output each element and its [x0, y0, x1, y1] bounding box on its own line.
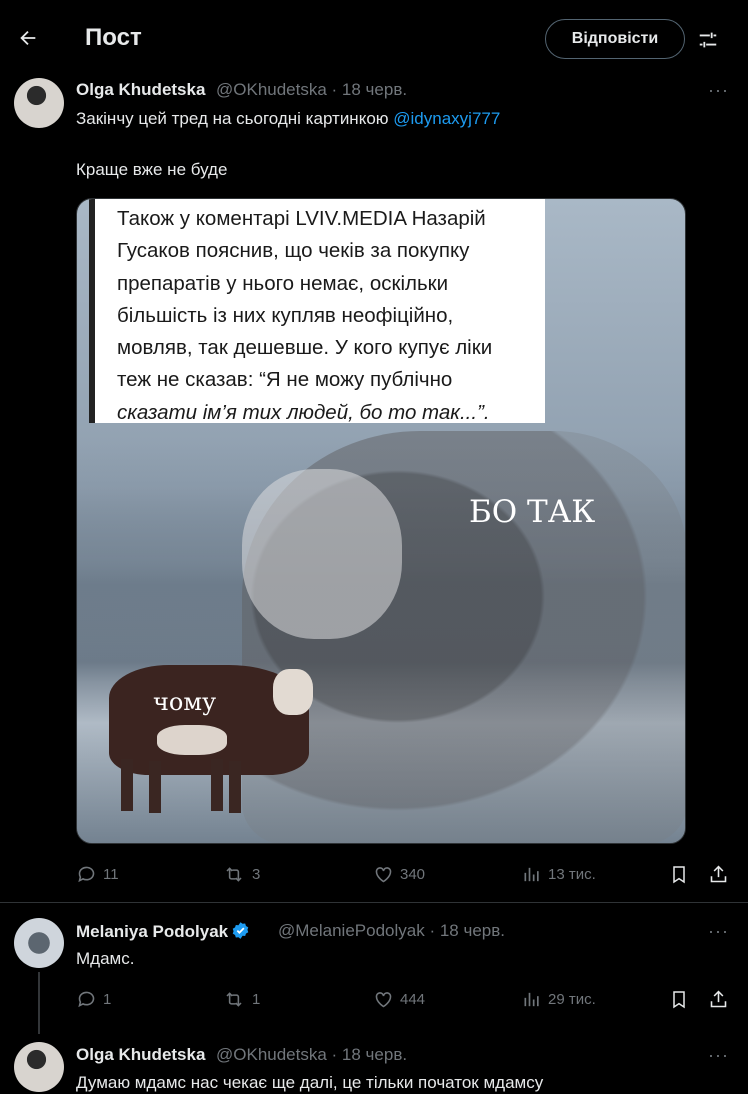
cow-leg	[149, 761, 161, 813]
views-count: 13 тис.	[548, 866, 596, 883]
post-text: Мдамс.	[76, 949, 135, 968]
reply-button[interactable]: Відповісти	[545, 19, 685, 59]
cow-leg	[229, 761, 241, 813]
like-count: 444	[400, 991, 426, 1008]
reply-action[interactable]: 11	[76, 864, 119, 885]
author-handle[interactable]: @OKhudetska · 18 черв.	[216, 80, 407, 100]
share-icon[interactable]	[708, 864, 729, 885]
quote-line: сказати ім’я тих людей, бо то так...”.	[117, 400, 490, 424]
repost-icon	[226, 992, 242, 1007]
author-handle[interactable]: @MelaniePodolyak · 18 черв.	[278, 921, 505, 941]
author-name[interactable]: Olga Khudetska	[76, 1045, 205, 1065]
avatar[interactable]	[14, 1042, 64, 1092]
meme-caption-big: БО ТАК	[469, 494, 596, 530]
big-cow-face-shape	[242, 469, 402, 639]
views-action[interactable]: 13 тис.	[522, 864, 596, 885]
more-icon[interactable]: ···	[708, 80, 729, 101]
like-count: 340	[400, 866, 426, 883]
quote-block: Також у коментарі LVIV.MEDIA Назарій Гус…	[89, 199, 545, 424]
cow-leg	[121, 759, 133, 811]
author-handle[interactable]: @OKhudetska · 18 черв.	[216, 1045, 407, 1065]
more-icon[interactable]: ···	[708, 921, 729, 942]
post-text: Закінчу цей тред на сьогодні картинкою @…	[76, 109, 500, 129]
mention-link[interactable]: @idynaxyj777	[393, 109, 500, 128]
page-title: Пост	[85, 24, 142, 51]
meme-caption-small: чому	[153, 688, 217, 716]
reply-icon	[78, 991, 95, 1008]
like-action[interactable]: 444	[373, 989, 425, 1010]
author-name[interactable]: Melaniya Podolyak	[76, 921, 250, 942]
quote-line: мовляв, так дешевше. У кого купує ліки	[117, 336, 493, 360]
small-cow-head-shape	[273, 669, 313, 715]
avatar[interactable]	[14, 918, 64, 968]
quote-line: більшість із них купляв неофіційно,	[117, 303, 454, 327]
filter-icon[interactable]	[692, 24, 724, 56]
post-text-line-2: Краще вже не буде	[76, 160, 228, 179]
post-divider	[0, 902, 748, 903]
bookmark-icon[interactable]	[669, 989, 689, 1010]
like-action[interactable]: 340	[373, 864, 425, 885]
author-name[interactable]: Olga Khudetska	[76, 80, 205, 100]
small-cow-belly-shape	[157, 725, 227, 755]
like-icon	[375, 992, 392, 1008]
repost-action[interactable]: 1	[222, 989, 260, 1010]
more-icon[interactable]: ···	[708, 1045, 729, 1066]
repost-icon	[226, 867, 242, 882]
post-text: Думаю мдамс нас чекає ще далі, це тільки…	[76, 1073, 544, 1092]
repost-count: 1	[252, 991, 261, 1008]
bookmark-icon[interactable]	[669, 864, 689, 885]
post-text-prefix: Закінчу цей тред на сьогодні картинкою	[76, 109, 394, 128]
views-icon	[524, 867, 539, 882]
like-icon	[375, 867, 392, 883]
avatar[interactable]	[14, 78, 64, 128]
post-image[interactable]: Також у коментарі LVIV.MEDIA Назарій Гус…	[76, 198, 686, 844]
verified-icon	[232, 922, 249, 939]
repost-action[interactable]: 3	[222, 864, 260, 885]
reply-icon	[78, 866, 95, 883]
back-arrow-icon[interactable]	[12, 22, 44, 54]
views-action[interactable]: 29 тис.	[522, 989, 596, 1010]
reply-action[interactable]: 1	[76, 989, 111, 1010]
views-icon	[524, 992, 539, 1007]
reply-count: 1	[103, 991, 112, 1008]
share-icon[interactable]	[708, 989, 729, 1010]
reply-count: 11	[103, 866, 119, 883]
repost-count: 3	[252, 866, 261, 883]
quote-line: Також у коментарі LVIV.MEDIA Назарій	[117, 207, 486, 230]
top-bar: Пост Відповісти	[0, 0, 748, 76]
quote-line: Гусаков пояснив, що чеків за покупку	[117, 239, 470, 263]
cow-leg	[211, 759, 223, 811]
thread-connector	[38, 972, 40, 1034]
quote-line: теж не сказав: “Я не можу публічно	[117, 368, 453, 392]
author-name-text: Melaniya Podolyak	[76, 922, 229, 941]
quote-line: препаратів у нього немає, оскільки	[117, 271, 449, 295]
views-count: 29 тис.	[548, 991, 596, 1008]
